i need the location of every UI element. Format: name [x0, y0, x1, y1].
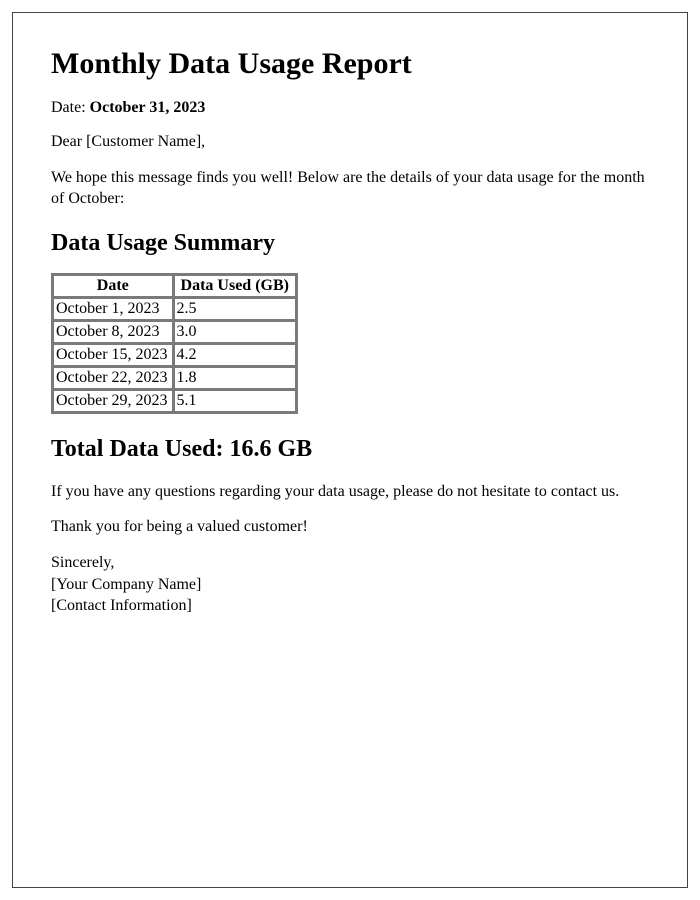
table-row: October 8, 2023 3.0: [53, 321, 296, 343]
cell-date: October 8, 2023: [53, 321, 173, 343]
cell-date: October 22, 2023: [53, 367, 173, 389]
cell-data: 2.5: [174, 298, 296, 320]
cell-date: October 1, 2023: [53, 298, 173, 320]
usage-table: Date Data Used (GB) October 1, 2023 2.5 …: [51, 273, 298, 414]
signoff-contact: [Contact Information]: [51, 597, 192, 614]
closing-paragraph-1: If you have any questions regarding your…: [51, 481, 649, 503]
signoff-company: [Your Company Name]: [51, 576, 201, 593]
closing-paragraph-2: Thank you for being a valued customer!: [51, 516, 649, 538]
date-label: Date:: [51, 99, 90, 116]
intro-paragraph: We hope this message finds you well! Bel…: [51, 167, 649, 210]
table-row: October 22, 2023 1.8: [53, 367, 296, 389]
table-header-row: Date Data Used (GB): [53, 275, 296, 297]
date-value: October 31, 2023: [90, 99, 206, 116]
table-row: October 1, 2023 2.5: [53, 298, 296, 320]
col-data-used: Data Used (GB): [174, 275, 296, 297]
cell-date: October 29, 2023: [53, 390, 173, 412]
page-title: Monthly Data Usage Report: [51, 47, 649, 81]
cell-data: 5.1: [174, 390, 296, 412]
table-row: October 29, 2023 5.1: [53, 390, 296, 412]
cell-date: October 15, 2023: [53, 344, 173, 366]
col-date: Date: [53, 275, 173, 297]
table-row: October 15, 2023 4.2: [53, 344, 296, 366]
cell-data: 3.0: [174, 321, 296, 343]
signature-block: Sincerely, [Your Company Name] [Contact …: [51, 552, 649, 617]
report-date-line: Date: October 31, 2023: [51, 99, 649, 117]
total-heading: Total Data Used: 16.6 GB: [51, 436, 649, 463]
cell-data: 4.2: [174, 344, 296, 366]
greeting-line: Dear [Customer Name],: [51, 131, 649, 153]
cell-data: 1.8: [174, 367, 296, 389]
document-page: Monthly Data Usage Report Date: October …: [12, 12, 688, 888]
signoff-sincerely: Sincerely,: [51, 554, 114, 571]
summary-heading: Data Usage Summary: [51, 230, 649, 257]
